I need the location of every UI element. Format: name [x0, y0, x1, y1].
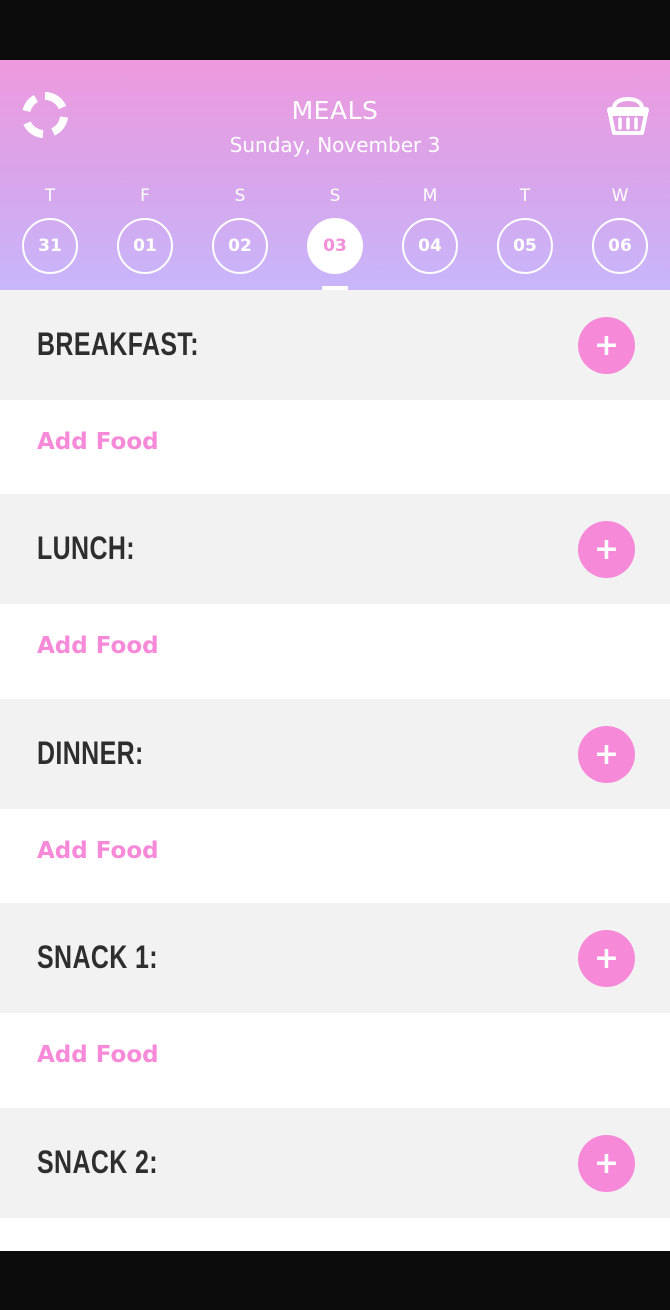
add-food-link[interactable]: Add Food: [37, 429, 159, 455]
navigation-bar: [0, 1251, 670, 1310]
day-letter: S: [234, 186, 246, 206]
meal-section-breakfast: BREAKFAST: +: [0, 290, 670, 400]
day-letter: S: [329, 186, 341, 206]
day-06[interactable]: W 06: [591, 186, 649, 276]
add-dinner-button[interactable]: +: [578, 726, 635, 783]
basket-icon: [607, 97, 649, 135]
day-letter: W: [611, 186, 629, 206]
add-snack-1-button[interactable]: +: [578, 930, 635, 987]
add-breakfast-button[interactable]: +: [578, 317, 635, 374]
add-snack-2-button[interactable]: +: [578, 1135, 635, 1192]
status-bar: [0, 0, 670, 60]
meal-title: LUNCH:: [37, 530, 135, 566]
day-04[interactable]: M 04: [401, 186, 459, 276]
day-number: 03: [307, 218, 363, 274]
day-05[interactable]: T 05: [496, 186, 554, 276]
meal-title: DINNER:: [37, 735, 144, 771]
food-row-lunch: Add Food: [0, 604, 670, 698]
day-number: 02: [212, 218, 268, 274]
add-food-link[interactable]: Add Food: [37, 633, 159, 659]
food-row-dinner: Add Food: [0, 809, 670, 903]
day-number: 05: [497, 218, 553, 274]
add-food-link[interactable]: Add Food: [37, 1042, 159, 1068]
food-row-snack-2: [0, 1218, 670, 1251]
basket-button[interactable]: [604, 92, 652, 136]
day-letter: T: [44, 186, 56, 206]
day-number: 04: [402, 218, 458, 274]
day-03-selected[interactable]: S 03: [306, 186, 364, 276]
day-number: 31: [22, 218, 78, 274]
meal-section-lunch: LUNCH: +: [0, 494, 670, 604]
day-letter: T: [519, 186, 531, 206]
meal-title: SNACK 2:: [37, 1144, 158, 1180]
meal-section-snack-1: SNACK 1: +: [0, 903, 670, 1013]
page-title: MEALS: [291, 96, 379, 125]
food-row-snack-1: Add Food: [0, 1013, 670, 1107]
day-letter: F: [140, 186, 150, 206]
meal-title: SNACK 1:: [37, 939, 158, 975]
add-food-link[interactable]: Add Food: [37, 838, 159, 864]
meal-section-snack-2: SNACK 2: +: [0, 1108, 670, 1218]
food-row-breakfast: Add Food: [0, 400, 670, 494]
day-number: 01: [117, 218, 173, 274]
day-01[interactable]: F 01: [116, 186, 174, 276]
selected-date: Sunday, November 3: [229, 133, 441, 157]
meal-title: BREAKFAST:: [37, 326, 199, 362]
day-letter: M: [422, 186, 438, 206]
meal-section-dinner: DINNER: +: [0, 699, 670, 809]
day-02[interactable]: S 02: [211, 186, 269, 276]
day-number: 06: [592, 218, 648, 274]
meals-screen: MEALS Sunday, November 3 T 31 F 01 S 02: [0, 60, 670, 1251]
add-lunch-button[interactable]: +: [578, 521, 635, 578]
day-31[interactable]: T 31: [21, 186, 79, 276]
header: MEALS Sunday, November 3 T 31 F 01 S 02: [0, 60, 670, 290]
